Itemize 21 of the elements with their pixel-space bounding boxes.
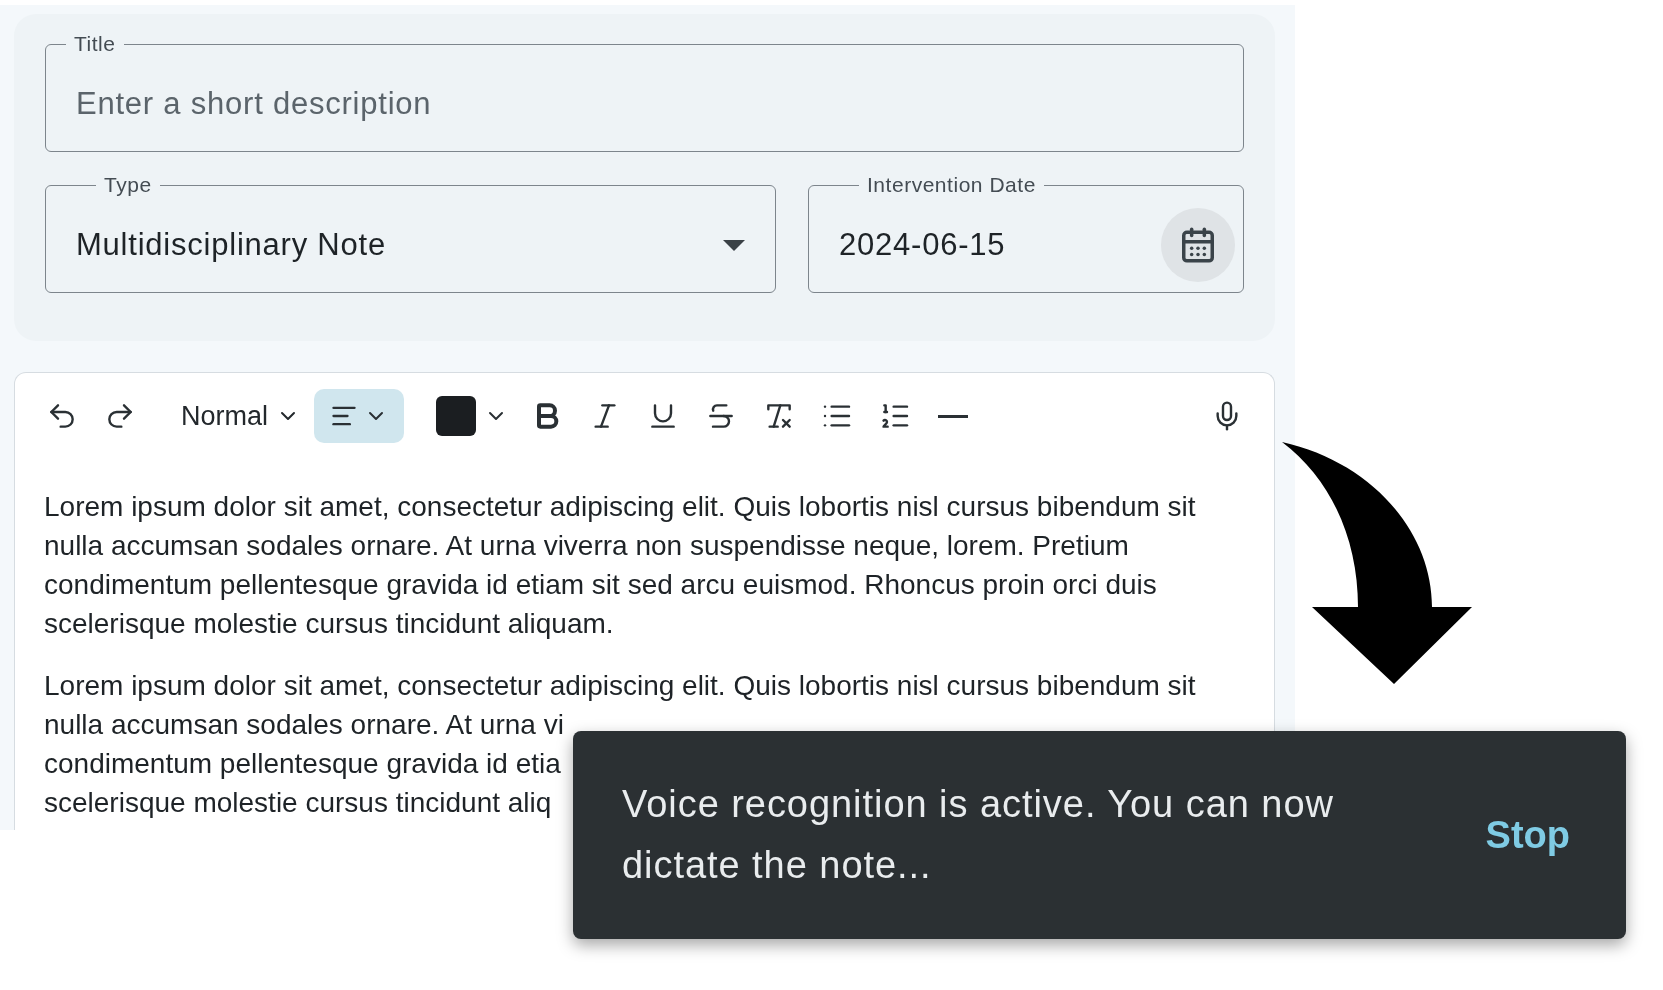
calendar-icon [1179,226,1217,264]
paragraph-line: Lorem ipsum dolor sit amet, consectetur adipiscing elit. Quis lobortis nisl cursus bibendum sit [44,669,1196,703]
horizontal-line-icon [938,414,968,418]
align-dropdown[interactable] [314,389,404,443]
field-label: Intervention Date [866,172,1037,198]
paragraph-line: nulla accumsan sodales ornare. At urna viverra non suspendisse neque, lorem. Pretium [44,529,1129,563]
field-label: Type [103,172,153,198]
field-label: Title [73,31,117,57]
style-dropdown[interactable]: Normal [171,390,310,442]
paragraph-line: Lorem ipsum dolor sit amet, consectetur adipiscing elit. Quis lobortis nisl cursus bibendum sit [44,490,1196,524]
stop-button[interactable]: Stop [1485,806,1570,864]
paragraph-line: nulla accumsan sodales ornare. At urna vi [44,708,564,742]
snackbar-message: Voice recognition is active. You can now dictate the note... [622,782,1335,888]
paragraph-line: scelerisque molestie cursus tincidunt aliq [44,786,552,820]
paragraph-line: condimentum pellentesque gravida id etiam sit sed arcu euismod. Rhoncus proin orci duis [44,568,1157,602]
paragraph-line: scelerisque molestie cursus tincidunt aliquam. [44,607,614,641]
type-value: Multidisciplinary Note [76,225,386,264]
dropdown-arrow-icon [723,239,745,251]
date-value: 2024-06-15 [839,225,1006,264]
title-input[interactable]: Enter a short description [46,80,1243,128]
paragraph-line: condimentum pellentesque gravida id etia [44,747,561,781]
